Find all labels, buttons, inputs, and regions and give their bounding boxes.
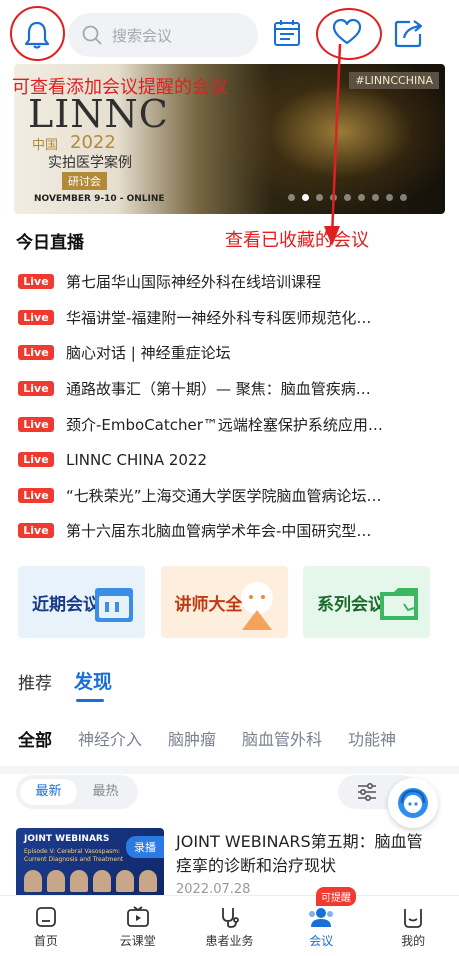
speaker-photos bbox=[24, 870, 157, 892]
category-filter: 全部 神经介入 脑肿瘤 脑血管外科 功能神 bbox=[18, 726, 459, 751]
category-cards: 近期会议 讲师大全 系列会议 bbox=[18, 566, 430, 638]
tab-discover[interactable]: 发现 bbox=[74, 667, 112, 702]
content-tabs: 推荐 发现 bbox=[18, 667, 112, 702]
bottom-nav: 首页 云课堂 患者业务 会议 我的 bbox=[0, 895, 459, 956]
search-placeholder: 搜索会议 bbox=[112, 26, 173, 45]
calendar-board-icon bbox=[95, 588, 133, 622]
live-item-title: 第七届华山国际神经外科在线培训课程 bbox=[66, 273, 322, 292]
category-tab[interactable]: 全部 bbox=[18, 726, 52, 751]
live-item-title: 脑心对话 | 神经重症论坛 bbox=[66, 344, 231, 363]
live-badge: Live bbox=[18, 523, 54, 539]
filter-icon bbox=[358, 782, 376, 802]
live-badge: Live bbox=[18, 274, 54, 290]
nav-mine[interactable]: 我的 bbox=[367, 896, 459, 956]
series-meetings-label: 系列会议 bbox=[317, 595, 385, 615]
live-list-item[interactable]: Live 颈介-EmboCatcher™远端栓塞保护系统应用… bbox=[18, 406, 448, 442]
category-tab[interactable]: 脑肿瘤 bbox=[168, 726, 216, 751]
live-list-item[interactable]: Live 第七届华山国际神经外科在线培训课程 bbox=[18, 264, 448, 300]
customer-service-button[interactable] bbox=[388, 778, 438, 828]
remind-badge: 可提醒 bbox=[316, 887, 356, 906]
carousel-dot[interactable] bbox=[372, 194, 379, 201]
folder-icon bbox=[380, 588, 418, 620]
nav-home-label: 首页 bbox=[33, 934, 58, 948]
carousel-dot[interactable] bbox=[386, 194, 393, 201]
annotation-reminder: 可查看添加会议提醒的会议 bbox=[12, 77, 228, 98]
banner-date: NOVEMBER 9-10 - ONLINE bbox=[34, 194, 165, 204]
recent-meetings-label: 近期会议 bbox=[32, 595, 100, 615]
record-badge: 录播 bbox=[126, 836, 164, 858]
live-badge: Live bbox=[18, 381, 54, 397]
search-icon bbox=[82, 25, 102, 45]
top-bar: 搜索会议 bbox=[0, 0, 459, 70]
nav-cloud-label: 云课堂 bbox=[119, 934, 156, 948]
live-list-item[interactable]: Live 第十六届东北脑血管病学术年会-中国研究型… bbox=[18, 513, 448, 549]
live-badge: Live bbox=[18, 452, 54, 468]
tv-play-icon bbox=[126, 906, 149, 927]
home-icon bbox=[35, 907, 56, 927]
live-list-item[interactable]: Live 华福讲堂-福建附一神经外科专科医师规范化… bbox=[18, 300, 448, 336]
sort-hottest[interactable]: 最热 bbox=[77, 779, 134, 805]
stethoscope-icon bbox=[222, 908, 240, 928]
live-item-title: LINNC CHINA 2022 bbox=[66, 450, 208, 469]
carousel-dot[interactable] bbox=[302, 194, 309, 201]
recent-meetings-card[interactable]: 近期会议 bbox=[18, 566, 145, 638]
nav-home[interactable]: 首页 bbox=[0, 896, 92, 956]
nav-mine-label: 我的 bbox=[401, 934, 426, 948]
live-list-item[interactable]: Live 通路故事汇（第十期）— 聚焦：脑血管疾病… bbox=[18, 371, 448, 407]
live-badge: Live bbox=[18, 309, 54, 325]
today-live-title: 今日直播 bbox=[16, 233, 84, 253]
category-tab[interactable]: 神经介入 bbox=[78, 726, 142, 751]
thumb-title: JOINT WEBINARS bbox=[24, 834, 110, 844]
live-list: Live 第七届华山国际神经外科在线培训课程 Live 华福讲堂-福建附一神经外科专科… bbox=[18, 264, 448, 549]
carousel-dot[interactable] bbox=[358, 194, 365, 201]
carousel-dot[interactable] bbox=[400, 194, 407, 201]
live-badge: Live bbox=[18, 345, 54, 361]
banner-tag: #LINNCCHINA bbox=[349, 72, 439, 89]
meeting-people-icon bbox=[309, 908, 334, 927]
tab-recommend[interactable]: 推荐 bbox=[18, 669, 52, 694]
meeting-title[interactable]: JOINT WEBINARS第五期：脑血管痉挛的诊断和治疗现状 bbox=[176, 830, 438, 878]
banner-year: 2022 bbox=[70, 132, 116, 153]
banner-subtitle: 实拍医学案例 bbox=[48, 155, 132, 171]
search-input[interactable]: 搜索会议 bbox=[68, 13, 258, 57]
sort-latest[interactable]: 最新 bbox=[20, 779, 77, 805]
live-badge: Live bbox=[18, 416, 54, 432]
nav-patient-label: 患者业务 bbox=[205, 934, 254, 948]
annotation-favorites: 查看已收藏的会议 bbox=[225, 230, 369, 251]
sort-toggle: 最新 最热 bbox=[16, 775, 138, 809]
live-list-item[interactable]: Live LINNC CHINA 2022 bbox=[18, 442, 448, 478]
nav-meeting-label: 会议 bbox=[309, 934, 334, 948]
share-icon[interactable] bbox=[394, 18, 424, 52]
banner-cn: 中国 bbox=[32, 138, 59, 153]
calendar-icon[interactable] bbox=[272, 18, 302, 52]
banner-subtitle2: 研讨会 bbox=[62, 172, 107, 190]
live-list-item[interactable]: Live “七秩荣光”上海交通大学医学院脑血管病论坛… bbox=[18, 478, 448, 514]
live-item-title: 第十六届东北脑血管病学术年会-中国研究型… bbox=[66, 522, 372, 541]
headset-icon bbox=[398, 788, 428, 818]
carousel-dot[interactable] bbox=[288, 194, 295, 201]
category-tab[interactable]: 脑血管外科 bbox=[242, 726, 322, 751]
live-item-title: 颈介-EmboCatcher™远端栓塞保护系统应用… bbox=[66, 415, 383, 434]
series-meetings-card[interactable]: 系列会议 bbox=[303, 566, 430, 638]
bell-icon[interactable] bbox=[16, 14, 58, 56]
nav-patient[interactable]: 患者业务 bbox=[184, 896, 276, 956]
thumb-subtitle: Episode V: Cerebral Vasospasm: Current D… bbox=[24, 848, 124, 863]
live-badge: Live bbox=[18, 487, 54, 503]
speaker-avatar-icon bbox=[240, 582, 273, 630]
section-divider bbox=[0, 766, 459, 774]
category-tab[interactable]: 功能神 bbox=[348, 726, 396, 751]
live-list-item[interactable]: Live 脑心对话 | 神经重症论坛 bbox=[18, 335, 448, 371]
live-item-title: “七秩荣光”上海交通大学医学院脑血管病论坛… bbox=[66, 486, 382, 505]
live-item-title: 通路故事汇（第十期）— 聚焦：脑血管疾病… bbox=[66, 380, 371, 399]
nav-cloud-class[interactable]: 云课堂 bbox=[92, 896, 184, 956]
speakers-label: 讲师大全 bbox=[174, 595, 243, 615]
live-item-title: 华福讲堂-福建附一神经外科专科医师规范化… bbox=[66, 308, 372, 327]
profile-face-icon bbox=[404, 909, 422, 928]
speakers-card[interactable]: 讲师大全 bbox=[160, 566, 288, 638]
